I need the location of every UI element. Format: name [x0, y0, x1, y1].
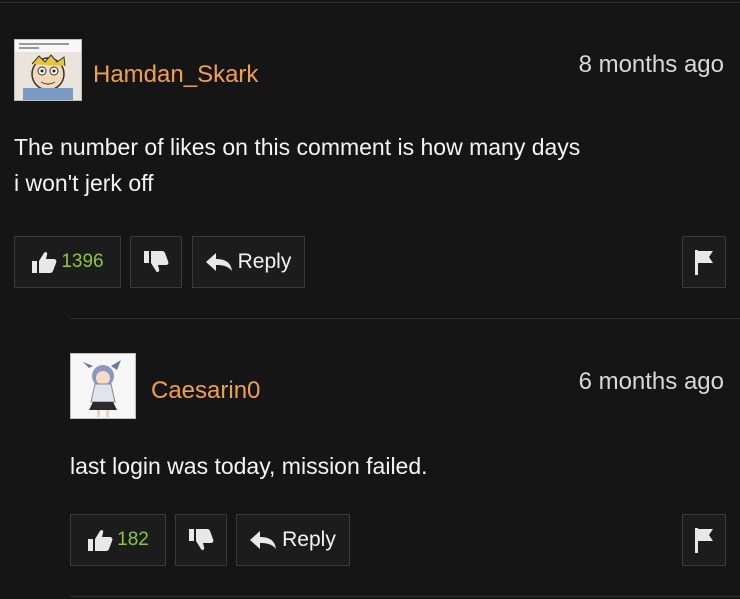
reply-arrow-icon — [250, 531, 277, 549]
timestamp: 6 months ago — [578, 368, 724, 395]
reply-button[interactable]: Reply — [236, 514, 350, 566]
reply-label: Reply — [282, 528, 336, 551]
flag-icon — [694, 527, 714, 553]
dislike-button[interactable] — [175, 514, 227, 566]
thumbs-up-icon — [87, 528, 113, 552]
anime-avatar-icon — [71, 354, 135, 418]
like-button[interactable]: 182 — [70, 514, 166, 566]
comment-text-line: last login was today, mission failed. — [70, 453, 428, 479]
user-avatar[interactable] — [70, 353, 136, 419]
comment-2: Caesarin0 6 months ago last login was to… — [0, 0, 740, 599]
username[interactable]: Caesarin0 — [151, 377, 260, 405]
comment-text: last login was today, mission failed. — [70, 448, 730, 484]
bottom-divider — [70, 596, 740, 597]
like-count: 182 — [117, 529, 149, 550]
thumbs-down-icon — [188, 528, 214, 552]
flag-button[interactable] — [682, 514, 726, 566]
